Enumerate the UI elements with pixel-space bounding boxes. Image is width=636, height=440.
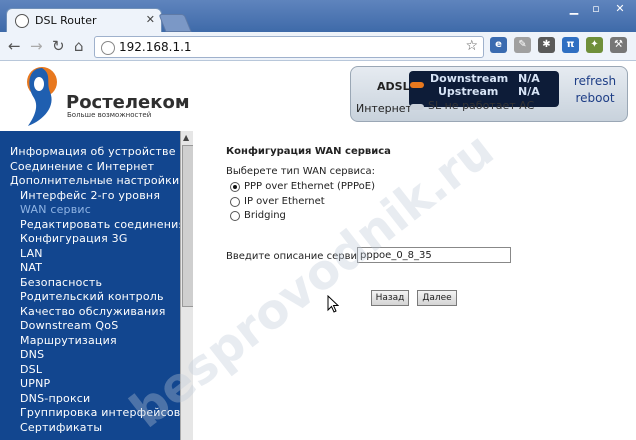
sidebar-item-lan[interactable]: LAN [20,247,43,260]
extension-icon[interactable]: e [490,37,507,53]
next-button[interactable]: Далее [417,290,457,306]
upstream-value: N/A [518,85,540,98]
brand-name: Ростелеком [66,92,190,113]
sidebar-item-qos[interactable]: Качество обслуживания [20,305,166,318]
forward-icon[interactable]: → [30,38,43,54]
sidebar-item-device-info[interactable]: Информация об устройстве [10,145,176,158]
radio-pppoe[interactable] [230,182,240,192]
maximize-icon[interactable]: ▫ [586,2,606,16]
service-description-input[interactable] [357,247,511,263]
browser-titlebar: DSL Router ✕ ▁ ▫ ✕ [0,0,636,33]
page-icon [101,41,115,55]
sidebar-item-nat[interactable]: NAT [20,261,42,274]
radio-label-ipoe: IP over Ethernet [244,196,325,207]
sidebar-item-edit-connections[interactable]: Редактировать соединения [20,218,180,231]
sidebar-item-dns[interactable]: DNS [20,348,44,361]
reboot-button[interactable]: reboot [570,91,620,105]
internet-label: Интернет [356,102,412,115]
globe-icon [15,14,29,28]
radio-label-pppoe: PPP over Ethernet (PPPoE) [244,181,375,192]
gear-extension-icon[interactable]: ✱ [538,37,555,53]
extension-icon[interactable]: π [562,37,579,53]
back-icon[interactable]: ← [8,38,21,54]
sidebar-item-upnp[interactable]: UPNP [20,377,50,390]
service-type-prompt: Выберете тип WAN сервиса: [226,166,375,177]
bookmark-star-icon[interactable]: ☆ [465,38,478,54]
sidebar-menu: Информация об устройстве Соединение с Ин… [0,131,180,440]
sidebar-item-dns-proxy[interactable]: DNS-прокси [20,392,90,405]
radio-ipoe[interactable] [230,197,240,207]
wrench-icon[interactable]: ⚒ [610,37,627,53]
sidebar-item-routing[interactable]: Маршрутизация [20,334,117,347]
new-tab-button[interactable] [158,14,192,32]
upstream-label: Upstream [438,85,499,98]
close-tab-icon[interactable]: ✕ [146,13,155,26]
sidebar-item-security[interactable]: Безопасность [20,276,102,289]
extension-icon[interactable]: ✎ [514,37,531,53]
sidebar-item-certificates[interactable]: Сертификаты [20,421,102,434]
mouse-cursor-icon [327,295,339,313]
back-button[interactable]: Назад [371,290,409,306]
reload-icon[interactable]: ↻ [52,38,65,54]
home-icon[interactable]: ⌂ [74,38,84,54]
sidebar-item-internet-connection[interactable]: Соединение с Интернет [10,160,154,173]
radio-bridging[interactable] [230,211,240,221]
tab-title: DSL Router [35,14,97,27]
sidebar-item-layer2-interface[interactable]: Интерфейс 2-го уровня [20,189,160,202]
page-title: Конфигурация WAN сервиса [226,146,391,157]
sidebar-item-dsl[interactable]: DSL [20,363,42,376]
radio-label-bridging: Bridging [244,210,286,221]
browser-tab[interactable]: DSL Router ✕ [6,8,162,33]
status-message: SL не работает АС [428,99,535,112]
extension-icon[interactable]: ✦ [586,37,603,53]
address-url: 192.168.1.1 [119,40,192,54]
description-label: Введите описание сервиса: [226,251,373,262]
refresh-button[interactable]: refresh [570,74,620,88]
sidebar-item-downstream-qos[interactable]: Downstream QoS [20,319,118,332]
sidebar-item-interface-grouping[interactable]: Группировка интерфейсов [20,406,180,419]
internet-led [410,104,424,110]
minimize-icon[interactable]: ▁ [564,2,584,16]
brand-slogan: Больше возможностей [67,111,152,119]
sidebar-item-wan-service[interactable]: WAN сервис [20,203,91,216]
scroll-up-icon[interactable]: ▲ [183,133,189,142]
main-content [193,131,636,440]
sidebar-scrollbar[interactable]: ▲ [180,131,194,440]
rostelecom-logo-icon [27,67,57,126]
sidebar-item-3g-config[interactable]: Конфигурация 3G [20,232,128,245]
downstream-value: N/A [518,72,540,85]
address-bar[interactable]: 192.168.1.1 ☆ [94,36,484,58]
adsl-label: ADSL [377,80,410,93]
sidebar-item-advanced-settings[interactable]: Дополнительные настройки [10,174,179,187]
adsl-led [410,82,424,88]
sidebar-item-parental-control[interactable]: Родительский контроль [20,290,164,303]
downstream-label: Downstream [430,72,509,85]
close-window-icon[interactable]: ✕ [610,2,630,16]
